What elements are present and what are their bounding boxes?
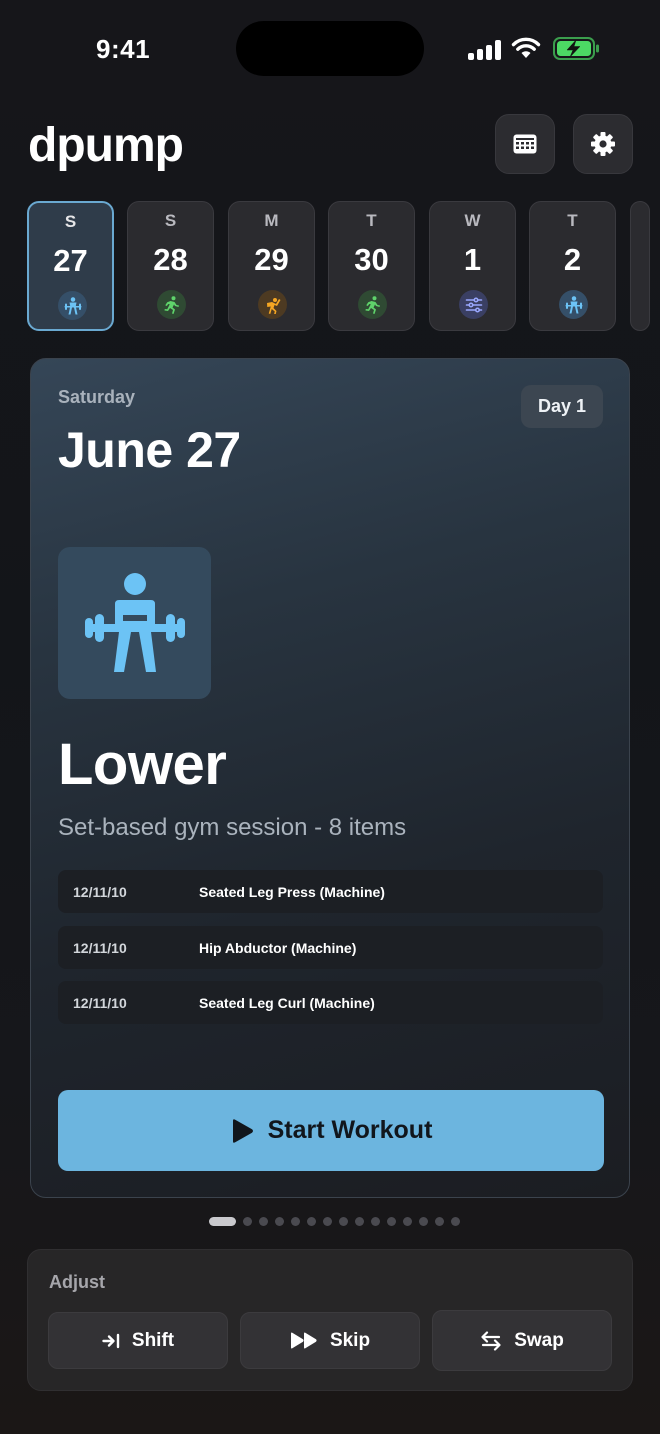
- page-indicator[interactable]: [209, 1216, 460, 1226]
- day-card-30[interactable]: T 30: [328, 201, 415, 331]
- page-dot[interactable]: [259, 1216, 268, 1226]
- day-number: 29: [254, 242, 289, 277]
- exercise-name: Seated Leg Press (Machine): [199, 884, 385, 900]
- weightlifting-icon: [84, 573, 185, 672]
- workout-type-icon-box: [58, 547, 211, 699]
- day-letter: T: [567, 211, 578, 230]
- workout-card[interactable]: Saturday Day 1 June 27 Lower Set-based g…: [30, 358, 630, 1198]
- day-letter: S: [64, 212, 77, 231]
- exercise-sets: 12/11/10: [73, 995, 127, 1011]
- day-number: 28: [153, 242, 188, 277]
- page-dot[interactable]: [435, 1216, 444, 1226]
- page-dot-active[interactable]: [209, 1216, 236, 1226]
- dynamic-island: [236, 21, 424, 76]
- weekday-label: Saturday: [58, 387, 136, 407]
- sliders-icon: [459, 290, 488, 319]
- cellular-signal-icon: [468, 38, 502, 60]
- page-dot[interactable]: [307, 1216, 316, 1226]
- skip-button[interactable]: Skip: [240, 1312, 420, 1369]
- shift-arrow-icon: [102, 1333, 120, 1348]
- start-workout-label: Start Workout: [267, 1116, 433, 1144]
- day-badge: Day 1: [521, 385, 603, 428]
- page-dot[interactable]: [371, 1216, 380, 1226]
- day-card-next[interactable]: [630, 201, 650, 331]
- day-card-27[interactable]: S 27: [27, 201, 114, 331]
- shift-label: Shift: [131, 1329, 175, 1351]
- date-title: June 27: [58, 422, 241, 478]
- skip-label: Skip: [329, 1329, 371, 1351]
- weightlifting-icon: [559, 290, 588, 319]
- exercise-sets: 12/11/10: [73, 940, 127, 956]
- exercise-name: Hip Abductor (Machine): [199, 940, 357, 956]
- day-number: 30: [354, 242, 389, 277]
- status-time: 9:41: [96, 34, 151, 64]
- fast-forward-icon: [290, 1332, 317, 1349]
- day-card-1[interactable]: W 1: [429, 201, 516, 331]
- page-dot[interactable]: [451, 1216, 460, 1226]
- day-number: 1: [463, 242, 482, 277]
- page-dot[interactable]: [275, 1216, 284, 1226]
- day-number: 27: [53, 243, 88, 278]
- shift-button[interactable]: Shift: [48, 1312, 228, 1369]
- calendar-button[interactable]: [495, 114, 555, 174]
- day-card-28[interactable]: S 28: [127, 201, 214, 331]
- climbing-icon: [258, 290, 287, 319]
- exercise-sets: 12/11/10: [73, 884, 127, 900]
- page-dot[interactable]: [339, 1216, 348, 1226]
- day-letter: S: [164, 211, 177, 230]
- play-icon: [232, 1118, 253, 1143]
- settings-button[interactable]: [573, 114, 633, 174]
- day-number: 2: [563, 242, 582, 277]
- workout-subtitle: Set-based gym session - 8 items: [58, 814, 407, 841]
- page-dot[interactable]: [419, 1216, 428, 1226]
- exercise-name: Seated Leg Curl (Machine): [199, 995, 375, 1011]
- swap-label: Swap: [514, 1329, 564, 1351]
- page-dot[interactable]: [291, 1216, 300, 1226]
- wifi-icon: [511, 37, 541, 58]
- page-dot[interactable]: [323, 1216, 332, 1226]
- weightlifting-icon: [58, 291, 87, 320]
- page-dot[interactable]: [355, 1216, 364, 1226]
- adjust-label: Adjust: [49, 1272, 105, 1292]
- start-workout-button[interactable]: Start Workout: [58, 1090, 604, 1171]
- app-title: dpump: [28, 119, 184, 172]
- running-icon: [358, 290, 387, 319]
- status-bar: 9:41: [0, 0, 660, 96]
- day-card-2[interactable]: T 2: [529, 201, 616, 331]
- page-dot[interactable]: [387, 1216, 396, 1226]
- exercise-row[interactable]: 12/11/10 Hip Abductor (Machine): [58, 926, 603, 969]
- adjust-panel: Adjust Shift Skip Swap: [27, 1249, 633, 1391]
- day-strip[interactable]: S 27 S 28 M 29 T 30 W 1 T 2: [27, 201, 660, 333]
- running-icon: [157, 290, 186, 319]
- swap-button[interactable]: Swap: [432, 1310, 612, 1371]
- page-dot[interactable]: [243, 1216, 252, 1226]
- exercise-row[interactable]: 12/11/10 Seated Leg Press (Machine): [58, 870, 603, 913]
- gear-icon: [591, 132, 615, 156]
- calendar-icon: [513, 134, 537, 154]
- workout-title: Lower: [58, 732, 227, 797]
- day-card-29[interactable]: M 29: [228, 201, 315, 331]
- day-letter: T: [366, 211, 377, 230]
- battery-charging-icon: [553, 37, 599, 60]
- day-letter: W: [464, 211, 481, 230]
- day-letter: M: [264, 211, 279, 230]
- exercise-row[interactable]: 12/11/10 Seated Leg Curl (Machine): [58, 981, 603, 1024]
- swap-arrows-icon: [481, 1330, 501, 1351]
- page-dot[interactable]: [403, 1216, 412, 1226]
